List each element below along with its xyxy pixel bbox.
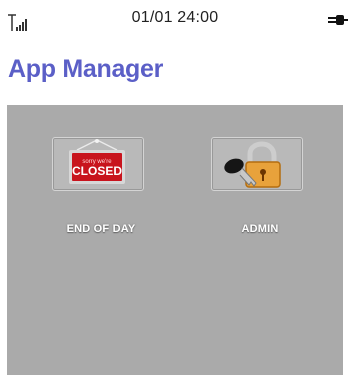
key-padlock-icon[interactable] bbox=[211, 137, 303, 191]
screen: 01/01 24:00 App Manager sorry we're CLOS… bbox=[0, 0, 350, 375]
sign-text: CLOSED bbox=[72, 164, 122, 178]
title-bar: App Manager bbox=[0, 40, 350, 102]
closed-sign-icon[interactable]: sorry we're CLOSED bbox=[52, 137, 144, 191]
status-bar: 01/01 24:00 bbox=[0, 0, 350, 40]
app-tile-end-of-day[interactable]: sorry we're CLOSED END OF DAY bbox=[46, 137, 156, 247]
status-datetime: 01/01 24:00 bbox=[131, 9, 219, 26]
closed-sign-graphic: sorry we're CLOSED bbox=[69, 139, 125, 184]
app-grid: sorry we're CLOSED END OF DAY ADMIN bbox=[7, 105, 343, 375]
app-label: ADMIN bbox=[241, 223, 279, 235]
app-label: END OF DAY bbox=[66, 223, 136, 235]
power-plug-icon bbox=[328, 15, 348, 25]
app-tile-admin[interactable]: ADMIN bbox=[205, 137, 315, 247]
page-title: App Manager bbox=[8, 55, 164, 83]
key-padlock-graphic bbox=[224, 141, 281, 188]
